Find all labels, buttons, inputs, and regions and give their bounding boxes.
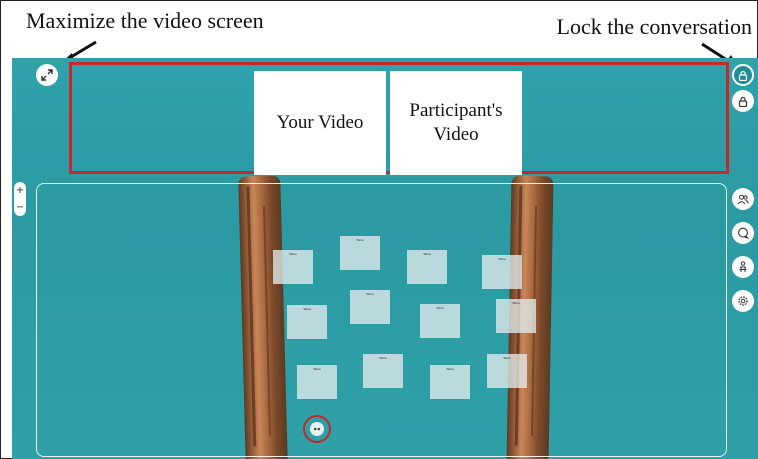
settings-button[interactable] xyxy=(732,290,754,312)
chat-icon xyxy=(738,227,749,239)
lock-conversation-button[interactable] xyxy=(732,64,754,86)
avatar-icon xyxy=(310,422,324,436)
lock-caption: Lock the conversation xyxy=(556,14,753,39)
chat-button[interactable] xyxy=(732,222,754,244)
table-card[interactable]: Table xyxy=(273,250,313,284)
table-card[interactable]: Table xyxy=(340,236,380,270)
table-card[interactable]: Table xyxy=(487,354,527,388)
conversation-controls xyxy=(732,64,754,112)
maximize-button[interactable] xyxy=(36,64,58,86)
gear-icon xyxy=(738,296,748,306)
participants-button[interactable] xyxy=(732,188,754,210)
side-toolbar xyxy=(732,188,754,312)
expand-icon xyxy=(41,69,53,81)
virtual-space: Your Video Participant's Video + − Table… xyxy=(12,58,758,459)
table-card[interactable]: Table xyxy=(420,304,460,338)
zoom-in-button[interactable]: + xyxy=(16,185,24,196)
your-video-tile[interactable]: Your Video xyxy=(254,71,386,175)
maximize-caption: Maximize the video screen xyxy=(26,8,264,33)
people-icon xyxy=(737,194,749,204)
lock-button[interactable] xyxy=(732,90,754,112)
participant-video-tile[interactable]: Participant's Video xyxy=(390,71,522,175)
table-card[interactable]: Table xyxy=(287,305,327,339)
table-card[interactable]: Table xyxy=(430,365,470,399)
lock-icon xyxy=(738,70,748,81)
table-card[interactable]: Table xyxy=(496,299,536,333)
table-card[interactable]: Table xyxy=(482,255,522,289)
table-card[interactable]: Table xyxy=(350,290,390,324)
user-avatar[interactable] xyxy=(303,415,331,443)
table-card[interactable]: Table xyxy=(363,354,403,388)
video-bar: Your Video Participant's Video xyxy=(69,62,729,175)
zoom-control: + − xyxy=(14,182,26,216)
presenter-icon xyxy=(739,261,747,272)
table-card[interactable]: Table xyxy=(297,365,337,399)
presenter-button[interactable] xyxy=(732,256,754,278)
table-card[interactable]: Table xyxy=(407,250,447,284)
zoom-out-button[interactable]: − xyxy=(16,202,24,213)
lock-icon xyxy=(738,96,748,107)
